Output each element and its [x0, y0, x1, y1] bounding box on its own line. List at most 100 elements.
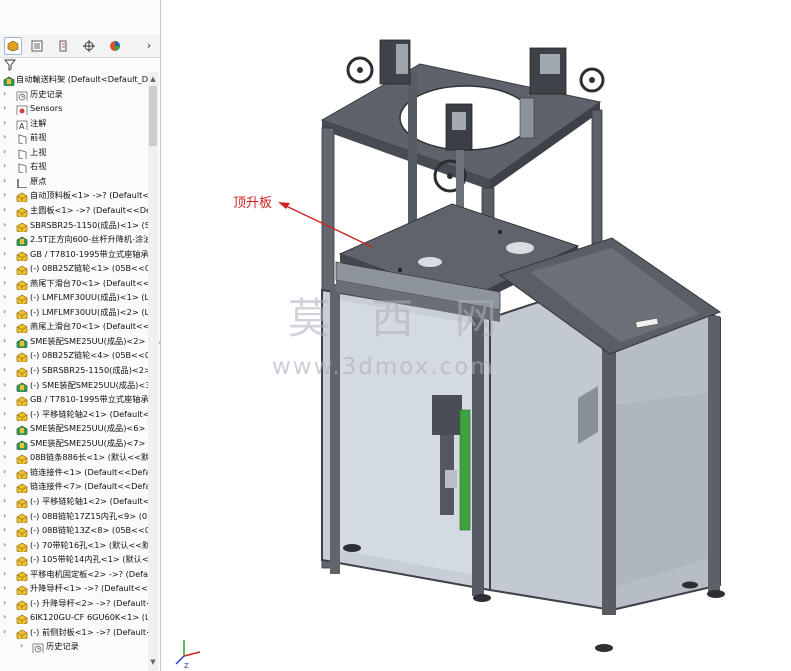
expand-arrow-icon[interactable]: › [3, 248, 9, 260]
expand-arrow-icon[interactable]: › [3, 204, 9, 216]
tree-item[interactable]: › 升降导杆<1> ->? (Default<<D [0, 581, 148, 596]
tree-item[interactable]: › SBRSBR25-1150(成品)<1> (SB [0, 218, 148, 232]
tree-item[interactable]: › (-) 前侧封板<1> ->? (Default< [0, 625, 148, 639]
tree-item[interactable]: › Sensors [0, 101, 148, 116]
tree-item[interactable]: › 原点 [0, 174, 148, 188]
tree-item[interactable]: › (-) 08B链轮17Z15内孔<9> (05E [0, 509, 148, 523]
expand-arrow-icon[interactable]: › [20, 640, 26, 652]
tree-item-label: (-) 08B链轮17Z15内孔<9> (05E [30, 510, 148, 521]
tree-item[interactable]: › (-) 平移链轮轴1<2> (Default<< [0, 494, 148, 508]
solidworks-window: › 自动輸送料架 (Default<Default_Dis › 历史记录 › Senso… [0, 0, 791, 671]
expand-arrow-icon[interactable]: › [3, 189, 9, 201]
expand-arrow-icon[interactable]: › [3, 335, 9, 347]
display-manager-icon [110, 41, 120, 51]
tree-item[interactable]: › 历史记录 [0, 639, 148, 654]
expand-arrow-icon[interactable]: › [3, 422, 9, 434]
expand-arrow-icon[interactable]: › [3, 582, 9, 594]
tree-item[interactable]: › GB / T7810-1995带立式座轴承\ [0, 247, 148, 261]
expand-arrow-icon[interactable]: › [3, 233, 9, 245]
expand-arrow-icon[interactable]: › [3, 437, 9, 449]
tree-item[interactable]: › 08B链条886长<1> (默认<<默认 [0, 450, 148, 465]
tree-item[interactable]: › 右视 [0, 159, 148, 174]
expand-arrow-icon[interactable]: › [3, 393, 9, 405]
expand-arrow-icon[interactable]: › [3, 291, 9, 303]
expand-arrow-icon[interactable]: › [3, 379, 9, 391]
expand-arrow-icon[interactable]: › [3, 626, 9, 638]
dimxpert-manager-tab[interactable] [80, 37, 98, 55]
scrollbar-thumb[interactable] [149, 86, 157, 146]
property-manager-tab[interactable] [28, 37, 46, 55]
feature-manager-tab[interactable] [4, 37, 22, 55]
tree-item[interactable]: › A 注解 [0, 116, 148, 130]
tree-item[interactable]: › (-) 08B25Z链轮<1> (05B<<05B [0, 261, 148, 276]
tree-item[interactable]: › SME装配SME25UU(成品)<2> ( [0, 334, 148, 348]
expand-arrow-icon[interactable]: › [3, 408, 9, 420]
tree-item[interactable]: › (-) 70带轮16孔<1> (默认<<默认 [0, 538, 148, 552]
expand-arrow-icon[interactable]: › [3, 597, 9, 609]
tree-item[interactable]: › 2.5T正方向600-丝杆升降机-涂油 [0, 232, 148, 247]
tree-item[interactable]: › 链连接件<7> (Default<<Defaul [0, 479, 148, 494]
expand-arrow-icon[interactable]: › [3, 451, 9, 463]
expand-arrow-icon[interactable]: › [3, 611, 9, 623]
expand-arrow-icon[interactable]: › [3, 568, 9, 580]
tree-item-label: 平移电机固定板<2> ->? (Defaul [30, 568, 148, 579]
expand-arrow-icon[interactable]: › [3, 306, 9, 318]
display-manager-tab[interactable] [106, 37, 124, 55]
expand-arrow-icon[interactable]: › [3, 146, 9, 158]
filter-icon[interactable] [4, 59, 18, 71]
expand-arrow-icon[interactable]: › [3, 320, 9, 332]
expand-arrow-icon[interactable]: › [3, 219, 9, 231]
expand-arrow-icon[interactable]: › [3, 102, 9, 114]
expand-arrow-icon[interactable]: › [3, 364, 9, 376]
tree-item[interactable]: › SME装配SME25UU(成品)<6> ( [0, 421, 148, 436]
expand-arrow-icon[interactable]: › [3, 553, 9, 565]
tree-item[interactable]: › 链连接件<1> (Default<<Defau [0, 465, 148, 479]
tree-item[interactable]: › 燕尾上滑台70<1> (Default<<D [0, 319, 148, 334]
expand-arrow-icon[interactable]: › [3, 175, 9, 187]
tree-item[interactable]: › (-) LMFLMF30UU(成品)<2> (LM [0, 305, 148, 319]
plane-icon [16, 131, 28, 145]
expand-arrow-icon[interactable]: › [3, 495, 9, 507]
expand-arrow-icon[interactable]: › [3, 539, 9, 551]
tree-item-label: (-) LMFLMF30UU(成品)<2> (LM [30, 306, 148, 317]
tree-item[interactable]: › (-) 08B链轮13Z<8> (05B<<05B [0, 523, 148, 538]
scroll-up-arrow-icon[interactable]: ▲ [149, 74, 157, 84]
tree-item[interactable]: › 前视 [0, 130, 148, 145]
tree-item[interactable]: › (-) 08B25Z链轮<4> (05B<<05B [0, 348, 148, 363]
expand-arrow-icon[interactable]: › [3, 480, 9, 492]
expand-arrow-icon[interactable]: › [3, 117, 9, 129]
tree-item[interactable]: › 主圆板<1> ->? (Default<<Def [0, 203, 148, 217]
configuration-manager-tab[interactable] [54, 37, 72, 55]
expand-arrow-icon[interactable]: › [3, 277, 9, 289]
tree-item[interactable]: › 燕尾下滑台70<1> (Default<<D [0, 276, 148, 290]
tree-item[interactable]: › GB / T7810-1995带立式座轴承\ [0, 392, 148, 407]
expand-arrow-icon[interactable]: › [3, 349, 9, 361]
tree-item[interactable]: › 历史记录 [0, 87, 148, 101]
tree-item[interactable]: › (-) LMFLMF30UU(成品)<1> (LM [0, 290, 148, 305]
expand-arrow-icon[interactable]: › [3, 88, 9, 100]
part-icon [16, 480, 28, 494]
tree-item[interactable]: › 自动顶料板<1> ->? (Default<< [0, 188, 148, 203]
vertical-scrollbar[interactable]: ▲ ▼ [148, 72, 158, 671]
part-icon [16, 466, 28, 479]
tree-item[interactable]: › (-) SBRSBR25-1150(成品)<2> ( [0, 363, 148, 377]
expand-arrow-icon[interactable]: › [3, 466, 9, 478]
tree-root-assembly[interactable]: 自动輸送料架 (Default<Default_Dis [0, 72, 148, 86]
svg-text:A: A [19, 122, 25, 130]
tree-item[interactable]: › (-) 平移链轮轴2<1> (Default<< [0, 407, 148, 421]
tree-item-label: SBRSBR25-1150(成品)<1> (SB [30, 219, 148, 230]
expand-arrow-icon[interactable]: › [3, 510, 9, 522]
scroll-down-arrow-icon[interactable]: ▼ [149, 657, 157, 667]
expand-arrow-icon[interactable]: › [3, 262, 9, 274]
tree-item[interactable]: › (-) SME装配SME25UU(成品)<3 [0, 378, 148, 392]
tree-item[interactable]: › (-) 升降导杆<2> ->? (Default< [0, 596, 148, 610]
more-tabs-chevron-icon[interactable]: › [140, 37, 158, 55]
tree-item[interactable]: › (-) 105带轮14内孔<1> (默认<< [0, 552, 148, 567]
expand-arrow-icon[interactable]: › [3, 131, 9, 143]
tree-item[interactable]: › SME装配SME25UU(成品)<7> ( [0, 436, 148, 450]
tree-item[interactable]: › 上视 [0, 145, 148, 159]
tree-item[interactable]: › 平移电机固定板<2> ->? (Defaul [0, 567, 148, 581]
tree-item[interactable]: › 6IK120GU-CF 6GU60K<1> (L7 [0, 610, 148, 625]
expand-arrow-icon[interactable]: › [3, 524, 9, 536]
expand-arrow-icon[interactable]: › [3, 160, 9, 172]
